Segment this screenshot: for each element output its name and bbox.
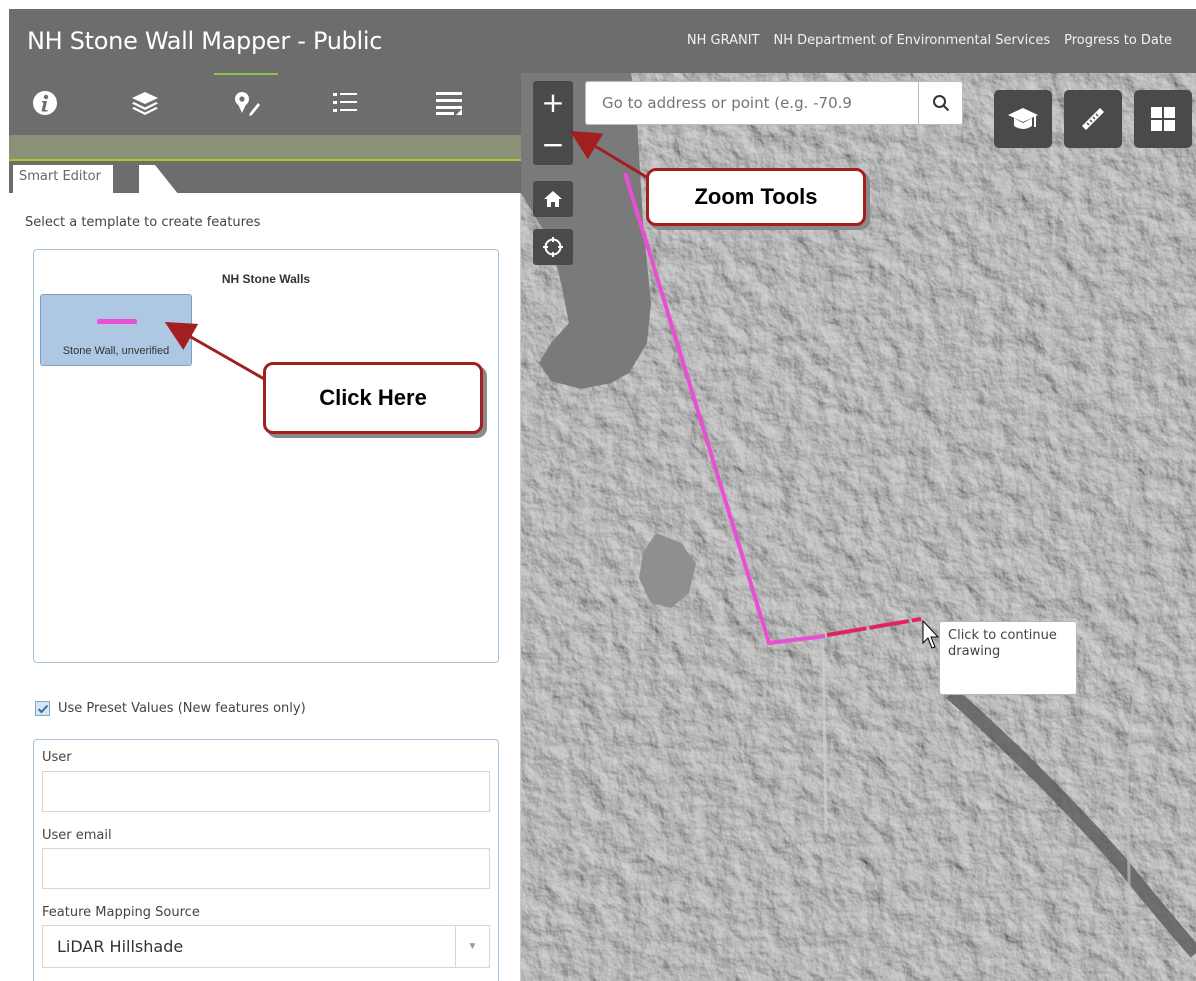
template-picker: NH Stone Walls Stone Wall, unverified xyxy=(33,249,499,663)
smart-editor-body: Select a template to create features NH … xyxy=(9,193,521,981)
layers-button[interactable] xyxy=(123,83,167,123)
instruction-text: Select a template to create features xyxy=(25,215,261,230)
mapping-source-value: LiDAR Hillshade xyxy=(57,937,184,956)
search-button[interactable] xyxy=(918,82,962,124)
edit-icon xyxy=(235,92,260,116)
list-button[interactable] xyxy=(427,83,471,123)
legend-icon xyxy=(333,93,357,112)
app-header: NH Stone Wall Mapper - Public NH GRANIT … xyxy=(9,9,1196,73)
measure-button[interactable] xyxy=(1064,90,1122,148)
tab-smart-editor[interactable]: Smart Editor xyxy=(13,165,113,195)
line-swatch xyxy=(97,319,137,324)
app-title: NH Stone Wall Mapper - Public xyxy=(27,27,383,55)
grid-icon xyxy=(1151,107,1175,131)
edit-button[interactable] xyxy=(214,73,278,123)
template-stone-wall-unverified[interactable]: Stone Wall, unverified xyxy=(40,294,192,366)
tab-edge xyxy=(139,165,179,195)
widget-toolbar xyxy=(9,73,521,135)
list-icon xyxy=(436,92,462,115)
chevron-down-icon: ▼ xyxy=(455,926,489,967)
template-label: Stone Wall, unverified xyxy=(62,345,170,357)
preset-values-checkbox[interactable] xyxy=(35,701,50,716)
search-box xyxy=(585,81,963,125)
zoom-control: + − xyxy=(533,81,573,165)
legend-button[interactable] xyxy=(323,83,367,123)
user-email-input[interactable] xyxy=(42,848,490,889)
info-icon xyxy=(33,91,57,115)
graduation-cap-icon xyxy=(1008,108,1038,129)
home-button[interactable] xyxy=(533,181,573,217)
locate-button[interactable] xyxy=(533,229,573,265)
locate-icon xyxy=(543,237,563,257)
search-icon xyxy=(932,95,949,112)
mapping-source-select[interactable]: LiDAR Hillshade ▼ xyxy=(42,925,490,968)
ruler-icon xyxy=(1082,108,1104,130)
preset-form: User User email Feature Mapping Source L… xyxy=(33,739,499,981)
header-link-nhdes[interactable]: NH Department of Environmental Services xyxy=(773,33,1050,48)
tab-strip: Smart Editor xyxy=(9,159,521,195)
preset-values-label: Use Preset Values (New features only) xyxy=(58,701,306,716)
check-icon xyxy=(37,704,48,713)
zoom-out-button[interactable]: − xyxy=(533,123,573,165)
user-input[interactable] xyxy=(42,771,490,812)
side-panel: Smart Editor Select a template to create… xyxy=(9,73,521,981)
home-icon xyxy=(544,191,562,207)
zoom-in-button[interactable]: + xyxy=(533,81,573,123)
layers-icon xyxy=(132,92,158,115)
draw-tooltip: Click to continue drawing xyxy=(939,621,1077,695)
search-input[interactable] xyxy=(586,82,920,124)
header-links: NH GRANIT NH Department of Environmental… xyxy=(687,33,1172,48)
zoom-tools-callout: Zoom Tools xyxy=(646,168,866,226)
basemap-gallery-button[interactable] xyxy=(1134,90,1192,148)
user-label: User xyxy=(42,750,72,765)
panel-title-bar xyxy=(9,135,521,159)
header-link-nh-granit[interactable]: NH GRANIT xyxy=(687,33,760,48)
preset-values-row: Use Preset Values (New features only) xyxy=(35,701,306,716)
tutorial-button[interactable] xyxy=(994,90,1052,148)
mapping-source-label: Feature Mapping Source xyxy=(42,905,200,920)
info-button[interactable] xyxy=(23,83,67,123)
header-link-progress[interactable]: Progress to Date xyxy=(1064,33,1172,48)
user-email-label: User email xyxy=(42,828,112,843)
click-here-callout: Click Here xyxy=(263,362,483,434)
layer-name: NH Stone Walls xyxy=(221,272,311,286)
